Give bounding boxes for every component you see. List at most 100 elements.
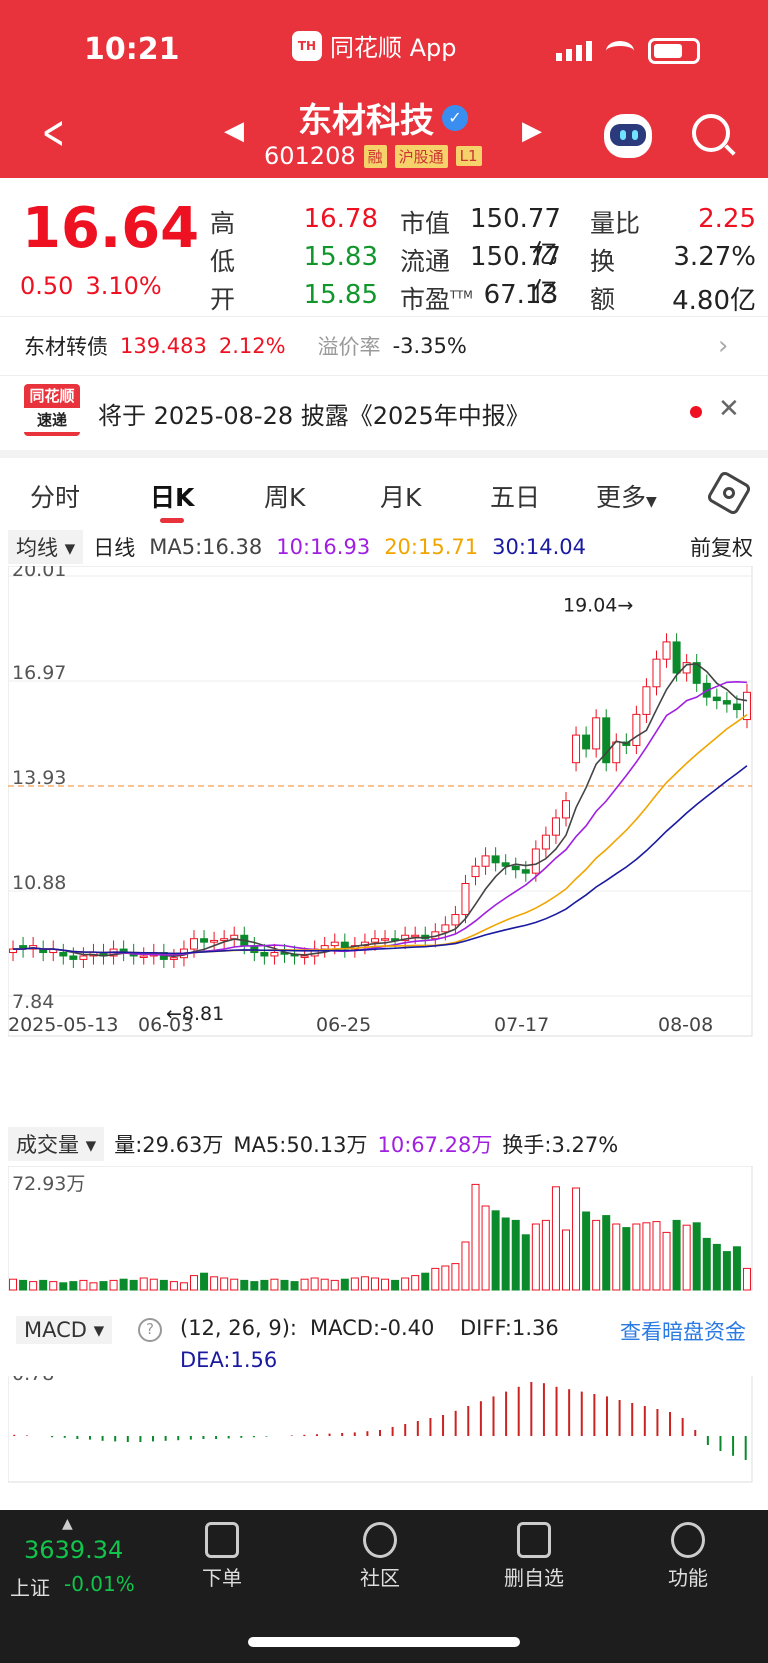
help-icon[interactable]: ? xyxy=(138,1318,162,1342)
candle xyxy=(562,800,570,819)
notice-logo: 同花顺 速递 xyxy=(24,384,80,436)
signal-icon xyxy=(556,41,592,61)
volume-bar xyxy=(521,1234,530,1291)
volume-chart[interactable]: 72.93万 xyxy=(8,1166,760,1296)
dark-pool-link[interactable]: 查看暗盘资金 xyxy=(620,1316,746,1346)
volume-bar xyxy=(210,1276,219,1291)
current-price: 16.64 xyxy=(22,196,200,261)
ma20-line xyxy=(13,714,748,955)
verified-icon: ✓ xyxy=(442,104,468,131)
assistant-robot-icon[interactable] xyxy=(604,114,652,158)
volume-bar xyxy=(582,1211,591,1291)
chart-frame xyxy=(8,566,753,1037)
tab-more-label: 更多 xyxy=(596,483,647,512)
remove-icon xyxy=(517,1522,551,1558)
volume-bar xyxy=(471,1183,480,1291)
volume-bar xyxy=(340,1278,349,1291)
settings-icon[interactable] xyxy=(705,469,753,517)
tab-weekly-k[interactable]: 周K xyxy=(264,478,305,514)
volume-bar xyxy=(119,1278,128,1291)
order-button[interactable]: 下单 xyxy=(162,1522,282,1591)
convertible-bond-row[interactable]: 东材转债 139.483 2.12% 溢价率 -3.35% › xyxy=(0,316,768,376)
expand-up-icon[interactable]: ▲ xyxy=(62,1516,73,1532)
volume-bar xyxy=(411,1275,420,1291)
macd-chart[interactable]: 0.78 xyxy=(8,1376,760,1486)
candlestick-chart[interactable]: 20.0116.9713.9310.887.8419.04→←8.812025-… xyxy=(8,566,760,1066)
tag-margin: 融 xyxy=(363,144,387,168)
chart-tabs: 分时 日K 周K 月K 五日 更多▼ xyxy=(0,469,768,523)
tab-monthly-k[interactable]: 月K xyxy=(380,478,421,514)
candle xyxy=(411,934,420,938)
quote-label-8: 额 xyxy=(590,285,616,314)
remove-label: 删自选 xyxy=(504,1566,564,1590)
next-stock-icon[interactable]: ▶ xyxy=(522,116,542,146)
menu-icon xyxy=(671,1522,705,1558)
ma-selector[interactable]: 均线 ▾ xyxy=(8,530,84,564)
date-tick: 06-25 xyxy=(316,1014,371,1036)
volume-bar xyxy=(89,1282,98,1291)
adjust-mode[interactable]: 前复权 xyxy=(690,532,753,562)
volume-bar xyxy=(572,1187,581,1291)
prev-stock-icon[interactable]: ◀ xyxy=(224,116,244,146)
ma30-value: 30:14.04 xyxy=(492,535,587,559)
candle xyxy=(330,941,339,947)
notice-banner[interactable]: 同花顺 速递 将于 2025-08-28 披露《2025年中报》 ✕ xyxy=(0,378,768,446)
volume-bar xyxy=(300,1278,309,1291)
candle xyxy=(210,939,219,943)
close-icon[interactable]: ✕ xyxy=(718,394,740,424)
candle xyxy=(59,952,68,957)
community-icon xyxy=(363,1522,397,1558)
index-name: 上证 xyxy=(10,1576,50,1600)
volume-bar xyxy=(381,1278,390,1291)
back-icon[interactable]: < xyxy=(42,109,65,155)
community-button[interactable]: 社区 xyxy=(320,1522,440,1591)
volume-bar xyxy=(79,1279,88,1291)
stock-code-row: 601208 融 沪股通 L1 xyxy=(264,142,482,170)
tab-five-day[interactable]: 五日 xyxy=(490,478,540,514)
candle xyxy=(79,955,88,960)
candle xyxy=(521,869,530,874)
dea-value: DEA:1.56 xyxy=(180,1348,278,1372)
volume-bar xyxy=(541,1219,550,1291)
volume-bar xyxy=(491,1210,500,1291)
volume-bar xyxy=(360,1276,369,1291)
remove-watchlist-button[interactable]: 删自选 xyxy=(474,1522,594,1591)
price-change: 0.50 3.10% xyxy=(20,272,162,300)
diff-value: DIFF:1.36 xyxy=(460,1316,559,1340)
search-icon[interactable] xyxy=(692,114,730,152)
volume-bar xyxy=(421,1272,430,1291)
volume-bar xyxy=(682,1224,691,1291)
unread-dot xyxy=(690,406,702,418)
volume-bar xyxy=(592,1219,601,1291)
candle xyxy=(230,934,239,940)
ma30-line xyxy=(13,765,748,955)
notice-logo-top: 同花顺 xyxy=(29,387,75,405)
volume-frame xyxy=(8,1166,753,1291)
ma-legend: 均线 ▾ 日线 MA5:16.38 10:16.93 20:15.71 30:1… xyxy=(0,530,768,564)
status-time: 10:21 xyxy=(84,32,180,67)
candle xyxy=(572,734,581,764)
macd-selector[interactable]: MACD ▾ xyxy=(16,1316,113,1344)
tab-more[interactable]: 更多▼ xyxy=(596,478,657,514)
volume-bar xyxy=(169,1281,178,1291)
tab-intraday[interactable]: 分时 xyxy=(30,478,80,514)
candle xyxy=(672,641,681,674)
candle xyxy=(662,641,671,660)
tab-daily-k[interactable]: 日K xyxy=(150,478,194,514)
volume-selector-label: 成交量 xyxy=(16,1133,79,1157)
battery-icon xyxy=(648,38,700,64)
functions-label: 功能 xyxy=(668,1566,708,1590)
quote-value-1: 15.83 xyxy=(303,242,378,272)
functions-button[interactable]: 功能 xyxy=(628,1522,748,1591)
candle xyxy=(451,914,460,926)
macd-frame xyxy=(8,1376,753,1483)
volume-bar xyxy=(179,1282,188,1291)
caret-down-icon: ▼ xyxy=(646,494,657,510)
turnover-value: 换手:3.27% xyxy=(502,1133,619,1157)
volume-bar xyxy=(230,1278,239,1291)
index-pct: -0.01% xyxy=(64,1572,135,1596)
volume-bar xyxy=(159,1279,168,1291)
volume-selector[interactable]: 成交量 ▾ xyxy=(8,1127,105,1161)
volume-bar xyxy=(401,1277,410,1291)
candle xyxy=(270,952,279,957)
